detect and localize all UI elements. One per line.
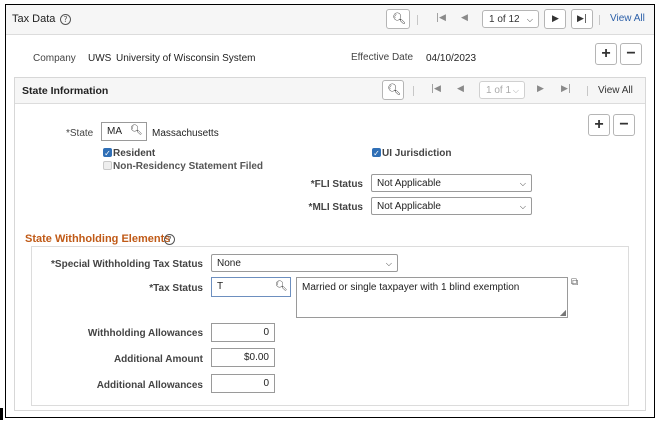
state-code: MA — [107, 126, 122, 137]
find-button[interactable]: 🔍︎ — [386, 9, 410, 29]
non-residency-label: Non-Residency Statement Filed — [113, 161, 264, 172]
add-row-button[interactable]: + — [595, 43, 617, 65]
fli-status-label: *FLI Status — [310, 179, 363, 190]
plus-icon: + — [594, 116, 604, 133]
additional-allowances-input[interactable]: 0 — [211, 374, 275, 393]
state-label: *State — [66, 128, 94, 139]
special-withholding-label: *Special Withholding Tax Status — [51, 259, 203, 270]
delete-state-button[interactable]: − — [613, 114, 635, 136]
special-withholding-select[interactable]: None ⌵ — [211, 254, 398, 272]
minus-icon: − — [626, 45, 636, 62]
resident-label: Resident — [113, 148, 156, 159]
effective-date-label: Effective Date — [351, 52, 414, 63]
add-state-button[interactable]: + — [588, 114, 610, 136]
tax-status-label: *Tax Status — [149, 283, 203, 294]
tax-data-header: Tax Data ? 🔍︎ |◀ ◀ 1 of 12 ⌵ ▶ ▶| View A… — [6, 5, 654, 35]
next-icon[interactable]: ▶ — [537, 84, 544, 94]
state-information-title: State Information — [22, 85, 109, 97]
toolbar-separator — [417, 15, 418, 25]
search-icon: 🔍︎ — [387, 83, 401, 96]
first-page-icon[interactable]: |◀ — [436, 13, 446, 23]
tax-status-description-text: Married or single taxpayer with 1 blind … — [302, 282, 520, 293]
minus-icon: − — [619, 116, 629, 133]
first-page-icon[interactable]: |◀ — [431, 84, 441, 94]
state-information-section: State Information 🔍︎ |◀ ◀ 1 of 1 ⌵ ▶ ▶| … — [14, 77, 646, 411]
page-edge-mark — [0, 408, 3, 420]
tax-status-value: T — [217, 281, 224, 292]
chevron-down-icon: ⌵ — [519, 202, 526, 211]
tax-data-page-select[interactable]: 1 of 12 ⌵ — [482, 10, 539, 28]
search-icon: 🔍︎ — [392, 12, 406, 25]
ui-jurisdiction-checkbox[interactable]: ✓ — [372, 148, 381, 158]
chevron-down-icon: ⌵ — [512, 86, 519, 95]
tax-data-title: Tax Data — [12, 13, 56, 25]
state-name: Massachusetts — [152, 128, 219, 139]
fli-status-select[interactable]: Not Applicable ⌵ — [371, 174, 532, 192]
chevron-down-icon: ⌵ — [385, 259, 392, 268]
withholding-allowances-input[interactable]: 0 — [211, 323, 275, 342]
additional-allowances-label: Additional Allowances — [96, 380, 203, 391]
withholding-section-title: State Withholding Elements — [25, 233, 171, 245]
tax-status-description[interactable]: Married or single taxpayer with 1 blind … — [296, 277, 568, 318]
previous-icon[interactable]: ◀ — [457, 84, 464, 94]
mli-status-value: Not Applicable — [377, 201, 441, 212]
fli-status-value: Not Applicable — [377, 178, 441, 189]
resize-handle-icon[interactable]: ◢ — [560, 308, 566, 317]
plus-icon: + — [601, 45, 611, 62]
mli-status-select[interactable]: Not Applicable ⌵ — [371, 197, 532, 215]
expand-icon[interactable]: ⧉ — [571, 277, 578, 288]
page-indicator: 1 of 12 — [489, 14, 520, 25]
chevron-down-icon: ⌵ — [519, 179, 526, 188]
company-name: University of Wisconsin System — [116, 53, 256, 64]
tax-status-input[interactable]: T 🔍︎ — [211, 277, 291, 297]
additional-allowances-value: 0 — [263, 378, 269, 389]
withholding-allowances-value: 0 — [263, 327, 269, 338]
special-withholding-value: None — [217, 258, 241, 269]
last-page-icon: ▶| — [577, 14, 587, 24]
search-icon[interactable]: 🔍︎ — [275, 281, 288, 292]
chevron-down-icon: ⌵ — [526, 15, 533, 24]
next-button[interactable]: ▶ — [544, 9, 566, 29]
delete-row-button[interactable]: − — [620, 43, 642, 65]
toolbar-separator — [587, 86, 588, 96]
company-code: UWS — [88, 53, 112, 64]
additional-amount-label: Additional Amount — [113, 354, 203, 365]
effective-date-value: 04/10/2023 — [426, 53, 477, 64]
resident-checkbox[interactable]: ✓ — [103, 148, 112, 158]
additional-amount-input[interactable]: $0.00 — [211, 348, 275, 367]
last-button[interactable]: ▶| — [571, 9, 593, 29]
non-residency-checkbox[interactable] — [103, 161, 112, 170]
mli-status-label: *MLI Status — [308, 202, 363, 213]
company-label: Company — [33, 53, 76, 64]
ui-jurisdiction-label: UI Jurisdiction — [382, 148, 452, 159]
next-icon: ▶ — [552, 14, 559, 24]
view-all-link[interactable]: View All — [598, 85, 633, 96]
state-find-button[interactable]: 🔍︎ — [382, 80, 404, 100]
additional-amount-value: $0.00 — [243, 352, 269, 363]
view-all-link[interactable]: View All — [610, 13, 645, 24]
search-icon[interactable]: 🔍︎ — [130, 125, 143, 136]
state-page-select[interactable]: 1 of 1 ⌵ — [479, 81, 525, 99]
toolbar-separator — [599, 15, 600, 25]
tax-data-panel: Tax Data ? 🔍︎ |◀ ◀ 1 of 12 ⌵ ▶ ▶| View A… — [5, 4, 655, 418]
help-icon[interactable]: ? — [60, 14, 71, 25]
page-indicator: 1 of 1 — [486, 85, 512, 96]
help-icon[interactable]: ? — [164, 234, 175, 245]
toolbar-separator — [413, 86, 414, 96]
withholding-allowances-label: Withholding Allowances — [87, 328, 203, 339]
state-input[interactable]: MA 🔍︎ — [101, 122, 147, 141]
state-information-header: State Information 🔍︎ |◀ ◀ 1 of 1 ⌵ ▶ ▶| … — [15, 78, 645, 104]
last-page-icon[interactable]: ▶| — [561, 84, 571, 94]
previous-icon[interactable]: ◀ — [461, 13, 468, 23]
